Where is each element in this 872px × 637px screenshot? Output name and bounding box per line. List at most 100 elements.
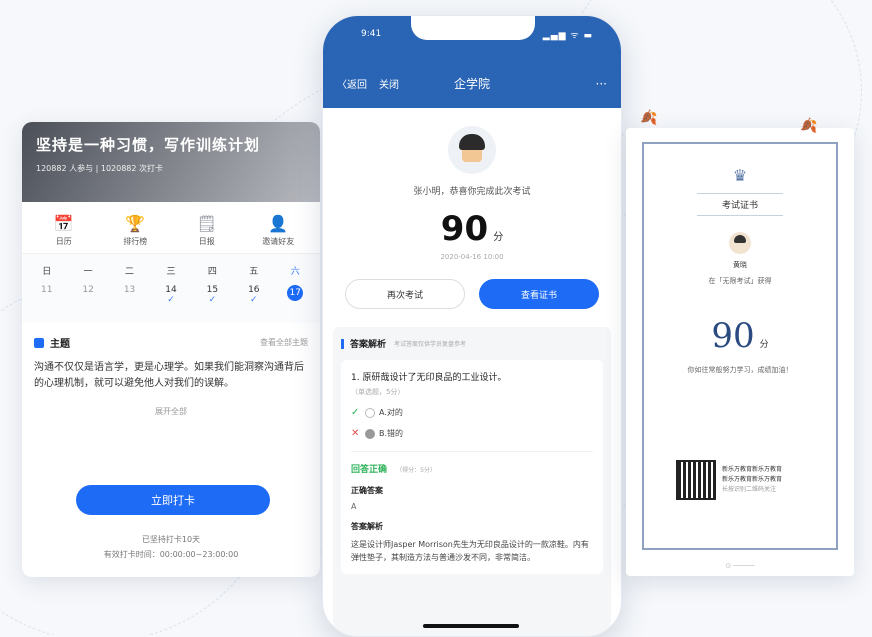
correct-answer-label: 正确答案 <box>351 486 383 495</box>
analysis-note: 考试答案仅供学员复盘参考 <box>394 341 467 348</box>
check-icon <box>278 301 312 311</box>
exam-result-phone: 9:41 ▂▄▆ ᯤ ▬ 企学院 〈返回 关闭 ··· 张小明，恭喜你完成此次考… <box>322 15 622 637</box>
user-icon: 👤 <box>268 214 289 233</box>
answer-section: 回答正确 （得分：5分） 正确答案 A 答案解析 这是设计师Jasper Mor… <box>351 451 593 564</box>
phone-header: 9:41 ▂▄▆ ᯤ ▬ 企学院 〈返回 关闭 ··· <box>323 16 621 108</box>
exam-score: 90 分 <box>323 209 621 249</box>
exam-date: 2020-04-16 10:00 <box>440 253 504 261</box>
exam-certificate: ♛ 考试证书 黄晓 在「无限考试」获得 90 分 你如往常般努力学习，成绩加油！… <box>626 128 854 576</box>
shortcut-ranking[interactable]: 🏆 排行榜 <box>105 214 165 247</box>
praise-text: 你如往常般努力学习，成绩加油！ <box>687 366 793 374</box>
day-cell[interactable]: 二 13 <box>113 264 147 311</box>
option-label: A.对的 <box>379 408 403 417</box>
topic-label: 主题 <box>50 339 70 350</box>
day-cell[interactable]: 一 12 <box>71 264 105 311</box>
avatar <box>729 232 751 254</box>
plan-title: 坚持是一种习惯，写作训练计划 <box>36 136 261 154</box>
check-icon <box>30 295 64 305</box>
trophy-icon: 🏆 <box>125 214 146 233</box>
congrats-text: 张小明，恭喜你完成此次考试 <box>413 187 531 197</box>
answer-score: （得分：5分） <box>396 467 436 474</box>
day-number: 16 <box>248 285 260 295</box>
qr-section: 新乐万教育新乐万教育 新乐万教育新乐万教育 长按识别二维码关注 <box>676 460 782 500</box>
topic-header: 主题 查看全部主题 <box>34 335 308 350</box>
analysis-header: 答案解析 考试答案仅供学员复盘参考 <box>341 337 603 350</box>
weekday-label: 三 <box>166 267 176 277</box>
shortcut-label: 排行榜 <box>123 237 148 246</box>
topic-text: 沟通不仅仅是语言学，更是心理学。如果我们能洞察沟通背后的心理机制，就可以避免他人… <box>34 362 304 389</box>
weekday-label: 日 <box>42 267 52 277</box>
check-icon: ✓ <box>250 295 258 305</box>
score-unit: 分 <box>759 340 769 350</box>
shortcut-diary[interactable]: 🗒 日报 <box>177 214 237 247</box>
view-certificate-button[interactable]: 查看证书 <box>479 279 599 309</box>
certificate-frame: ♛ 考试证书 黄晓 在「无限考试」获得 90 分 你如往常般努力学习，成绩加油！… <box>642 142 838 550</box>
score-value: 90 <box>440 209 489 249</box>
expand-all-link[interactable]: 展开全部 <box>34 406 308 417</box>
view-all-topics-link[interactable]: 查看全部主题 <box>260 337 308 348</box>
shortcut-invite[interactable]: 👤 邀请好友 <box>248 214 308 247</box>
plan-shortcuts: 📅 日历 🏆 排行榜 🗒 日报 👤 邀请好友 <box>22 202 320 254</box>
phone-notch <box>411 16 535 40</box>
certificate-title: 考试证书 <box>697 193 783 216</box>
weekday-label: 四 <box>207 267 217 277</box>
shortcut-label: 日历 <box>55 237 72 246</box>
signal-battery-icon: ▂▄▆ ᯤ ▬ <box>542 31 593 41</box>
retake-exam-button[interactable]: 再次考试 <box>345 279 465 309</box>
radio-icon <box>365 407 375 418</box>
check-icon: ✓ <box>208 295 217 305</box>
explanation-label: 答案解析 <box>351 522 383 531</box>
nav-bar: 企学院 〈返回 关闭 ··· <box>337 76 607 92</box>
section-bar <box>341 338 344 349</box>
answer-status: 回答正确 （得分：5分） <box>351 462 593 475</box>
avatar <box>448 126 496 174</box>
shortcut-calendar[interactable]: 📅 日历 <box>34 214 94 247</box>
home-indicator <box>423 624 519 628</box>
score-value: 90 <box>711 316 755 356</box>
day-number: 15 <box>206 285 219 295</box>
week-calendar: 日 11 一 12 二 13 三 14 ✓ 四 15 ✓ 五 16 ✓ 六 17 <box>22 254 320 323</box>
close-button[interactable]: 关闭 <box>379 76 399 91</box>
check-icon <box>71 295 105 305</box>
day-cell[interactable]: 日 11 <box>30 264 64 311</box>
weekday-label: 六 <box>290 267 300 277</box>
day-cell[interactable]: 三 14 ✓ <box>154 264 188 311</box>
weekday-label: 五 <box>249 267 259 277</box>
plan-banner: 坚持是一种习惯，写作训练计划 120882 人参与 | 1020882 次打卡 <box>22 122 320 202</box>
valid-time-text: 有效打卡时间：00:00:00~23:00:00 <box>103 550 239 559</box>
qr-text-line: 新乐万教育新乐万教育 <box>722 476 783 483</box>
leaf-icon: 🍂 <box>800 118 818 134</box>
calendar-icon: 📅 <box>53 214 74 233</box>
certificate-score: 90 分 <box>644 316 836 356</box>
qr-text: 新乐万教育新乐万教育 新乐万教育新乐万教育 长按识别二维码关注 <box>722 465 782 495</box>
checkin-button[interactable]: 立即打卡 <box>76 485 270 515</box>
qr-code-icon[interactable] <box>676 460 716 500</box>
certificate-handle: ⊙ ───── <box>725 562 755 570</box>
checkin-plan-card: 坚持是一种习惯，写作训练计划 120882 人参与 | 1020882 次打卡 … <box>22 122 320 577</box>
day-cell-today[interactable]: 六 17 <box>278 264 312 311</box>
result-actions: 再次考试 查看证书 <box>323 279 621 309</box>
crown-icon: ♛ <box>732 166 748 185</box>
question-type: （单选题，5分） <box>351 388 405 396</box>
streak-text: 已坚持打卡10天 <box>141 535 201 544</box>
day-cell[interactable]: 五 16 ✓ <box>237 264 271 311</box>
day-cell[interactable]: 四 15 ✓ <box>195 264 229 311</box>
nav-title: 企学院 <box>453 77 490 91</box>
checkin-footer: 已坚持打卡10天 有效打卡时间：00:00:00~23:00:00 <box>22 532 320 562</box>
shortcut-label: 邀请好友 <box>262 237 295 246</box>
day-number: 13 <box>123 285 136 295</box>
day-number: 14 <box>165 285 177 295</box>
check-icon: ✓ <box>351 407 360 418</box>
day-number: 11 <box>40 285 53 295</box>
check-icon <box>113 295 147 305</box>
back-button[interactable]: 〈返回 <box>337 76 367 91</box>
more-icon[interactable]: ··· <box>596 77 607 91</box>
topic-icon <box>34 337 44 348</box>
qr-hint: 长按识别二维码关注 <box>722 486 777 493</box>
status-time: 9:41 <box>361 29 382 39</box>
day-number: 12 <box>82 285 94 295</box>
answer-status-text: 回答正确 <box>351 465 388 475</box>
leaf-icon: 🍂 <box>640 110 658 126</box>
weekday-label: 一 <box>83 267 93 277</box>
cross-icon: ✕ <box>351 428 360 439</box>
